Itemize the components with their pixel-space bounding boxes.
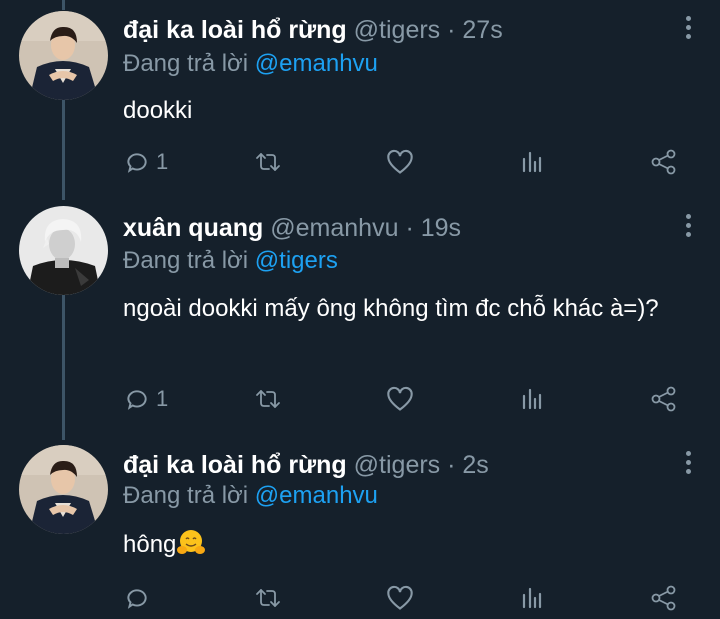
mention-link[interactable]: @emanhvu (255, 482, 378, 509)
user-handle[interactable]: @tigers (354, 16, 441, 44)
replying-to: Đang trả lời @emanhvu (123, 49, 378, 79)
tweet-header: đại ka loài hổ rừng @tigers · 2s (123, 450, 489, 480)
analytics-button[interactable] (520, 583, 544, 613)
share-button[interactable] (650, 583, 678, 613)
tweet[interactable]: đại ka loài hổ rừng @tigers · 27s Đang t… (0, 0, 720, 195)
more-options-icon[interactable] (684, 16, 692, 39)
analytics-icon (520, 149, 544, 175)
analytics-button[interactable] (520, 384, 544, 414)
like-button[interactable] (386, 147, 414, 177)
tweet-text: dookki (123, 97, 193, 124)
tweet-actions (0, 583, 720, 613)
tweet-text-content: hông (123, 531, 177, 558)
share-icon (650, 584, 678, 612)
share-icon (650, 148, 678, 176)
tweet-header: xuân quang @emanhvu · 19s (123, 213, 461, 243)
like-button[interactable] (386, 583, 414, 613)
tweet-actions: 1 (0, 384, 720, 414)
retweet-button[interactable] (254, 583, 282, 613)
tweet-text: ngoài dookki mấy ông không tìm đc chỗ kh… (123, 295, 659, 322)
avatar[interactable] (19, 11, 108, 100)
replying-to-label: Đang trả lời (123, 50, 249, 77)
avatar[interactable] (19, 445, 108, 534)
display-name[interactable]: xuân quang (123, 214, 263, 242)
replying-to-label: Đang trả lời (123, 247, 249, 274)
reply-button[interactable] (124, 583, 156, 613)
reply-count: 1 (156, 149, 169, 174)
replying-to: Đang trả lời @tigers (123, 246, 338, 276)
tweet[interactable]: đại ka loài hổ rừng @tigers · 2s Đang tr… (0, 435, 720, 619)
separator-dot: · (405, 214, 414, 242)
timestamp[interactable]: 27s (462, 16, 502, 44)
analytics-icon (520, 386, 544, 412)
analytics-icon (520, 585, 544, 611)
mention-link[interactable]: @emanhvu (255, 50, 378, 77)
avatar[interactable] (19, 206, 108, 295)
tweet[interactable]: xuân quang @emanhvu · 19s Đang trả lời @… (0, 195, 720, 435)
user-handle[interactable]: @tigers (354, 451, 441, 479)
reply-icon (124, 149, 150, 175)
display-name[interactable]: đại ka loài hổ rừng (123, 16, 347, 44)
share-button[interactable] (650, 147, 678, 177)
replying-to-label: Đang trả lời (123, 482, 249, 509)
reply-button[interactable]: 1 (124, 384, 168, 414)
share-button[interactable] (650, 384, 678, 414)
retweet-button[interactable] (254, 384, 282, 414)
like-button[interactable] (386, 384, 414, 414)
separator-dot: · (447, 451, 456, 479)
retweet-icon (254, 386, 282, 412)
user-handle[interactable]: @emanhvu (270, 214, 398, 242)
retweet-icon (254, 585, 282, 611)
heart-icon (386, 585, 414, 611)
replying-to: Đang trả lời @emanhvu (123, 481, 378, 511)
hugging-face-emoji (176, 528, 206, 558)
more-options-icon[interactable] (684, 451, 692, 474)
reply-button[interactable]: 1 (124, 147, 168, 177)
reply-icon (124, 585, 150, 611)
heart-icon (386, 149, 414, 175)
timestamp[interactable]: 2s (462, 451, 488, 479)
heart-icon (386, 386, 414, 412)
share-icon (650, 385, 678, 413)
analytics-button[interactable] (520, 147, 544, 177)
more-options-icon[interactable] (684, 214, 692, 237)
separator-dot: · (447, 16, 456, 44)
retweet-icon (254, 149, 282, 175)
tweet-header: đại ka loài hổ rừng @tigers · 27s (123, 15, 503, 45)
reply-count: 1 (156, 386, 169, 411)
timestamp[interactable]: 19s (421, 214, 461, 242)
reply-icon (124, 386, 150, 412)
mention-link[interactable]: @tigers (255, 247, 338, 274)
tweet-text: hông (123, 527, 693, 563)
display-name[interactable]: đại ka loài hổ rừng (123, 451, 347, 479)
tweet-actions: 1 (0, 147, 720, 177)
retweet-button[interactable] (254, 147, 282, 177)
